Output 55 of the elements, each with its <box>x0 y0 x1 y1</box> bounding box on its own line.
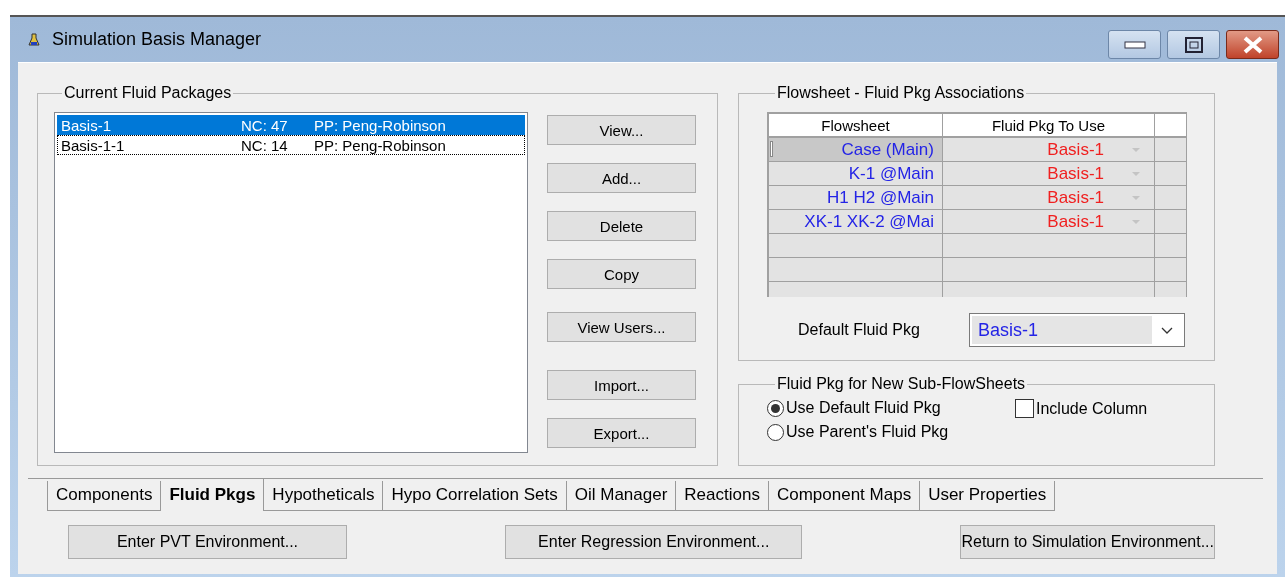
table-cell[interactable]: K-1 @Main <box>769 162 943 186</box>
action-button[interactable]: View... <box>547 115 696 145</box>
table-cell[interactable]: XK-1 XK-2 @Mai <box>769 210 943 234</box>
radio-button[interactable] <box>767 399 784 417</box>
radio-label: Use Parent's Fluid Pkg <box>786 423 949 441</box>
action-button[interactable]: Copy <box>547 259 696 289</box>
action-button[interactable]: Delete <box>547 211 696 241</box>
tab[interactable]: Reactions <box>676 481 769 511</box>
close-icon <box>1241 35 1264 54</box>
component-count: NC: 14 <box>241 136 289 154</box>
table-cell[interactable]: Case (Main) <box>769 138 943 162</box>
checkbox[interactable] <box>1015 399 1034 418</box>
column-header: Flowsheet <box>769 114 943 138</box>
minimize-icon <box>1123 40 1146 49</box>
checkbox-label: Include Column <box>1036 399 1148 418</box>
package-name: Basis-1-1 <box>60 136 126 154</box>
cell-value: Basis-1 <box>1047 187 1104 208</box>
column-header: Fluid Pkg To Use <box>943 114 1155 138</box>
flask-icon <box>28 32 40 47</box>
tab[interactable]: Hypo Correlation Sets <box>383 481 567 511</box>
action-button[interactable]: Return to Simulation Environment... <box>960 525 1215 559</box>
list-item[interactable]: Basis-1 NC: 47 PP: Peng-Robinson <box>57 115 525 135</box>
component-count: NC: 47 <box>241 116 289 134</box>
list-item[interactable]: Basis-1-1 NC: 14 PP: Peng-Robinson <box>57 135 525 155</box>
cell-value: Basis-1 <box>1047 211 1104 232</box>
tab[interactable]: User Properties <box>920 481 1056 511</box>
default-package-dropdown[interactable]: Basis-1 <box>969 313 1185 347</box>
group-title: Current Fluid Packages <box>63 84 233 102</box>
chevron-down-icon <box>1161 326 1173 334</box>
tab[interactable]: Component Maps <box>768 481 921 511</box>
close-button[interactable] <box>1226 30 1279 59</box>
table-cell[interactable]: H1 H2 @Main <box>769 186 943 210</box>
field-label: Default Fluid Pkg <box>798 321 921 339</box>
minimize-button[interactable] <box>1108 30 1161 59</box>
group-title: Flowsheet - Fluid Pkg Associations <box>776 84 1026 102</box>
action-button[interactable]: Enter Regression Environment... <box>505 525 803 559</box>
property-package: PP: Peng-Robinson <box>314 116 446 134</box>
radio-label: Use Default Fluid Pkg <box>786 399 941 417</box>
action-button[interactable]: Add... <box>547 163 696 193</box>
maximize-icon <box>1184 36 1203 53</box>
tab[interactable]: Components <box>47 481 162 511</box>
window-title: Simulation Basis Manager <box>52 29 262 50</box>
action-button[interactable]: Enter PVT Environment... <box>68 525 347 559</box>
group-title: Fluid Pkg for New Sub-FlowSheets <box>776 375 1027 393</box>
radio-button[interactable] <box>767 423 784 441</box>
tab[interactable]: Oil Manager <box>566 481 677 511</box>
cell-value: Basis-1 <box>1047 139 1104 160</box>
action-button[interactable]: View Users... <box>547 312 696 342</box>
property-package: PP: Peng-Robinson <box>314 136 446 154</box>
action-button[interactable]: Export... <box>547 418 696 448</box>
maximize-button[interactable] <box>1167 30 1220 59</box>
action-button[interactable]: Import... <box>547 370 696 400</box>
tab[interactable]: Hypotheticals <box>264 481 384 511</box>
cell-value: Basis-1 <box>1047 163 1104 184</box>
package-name: Basis-1 <box>60 116 113 134</box>
